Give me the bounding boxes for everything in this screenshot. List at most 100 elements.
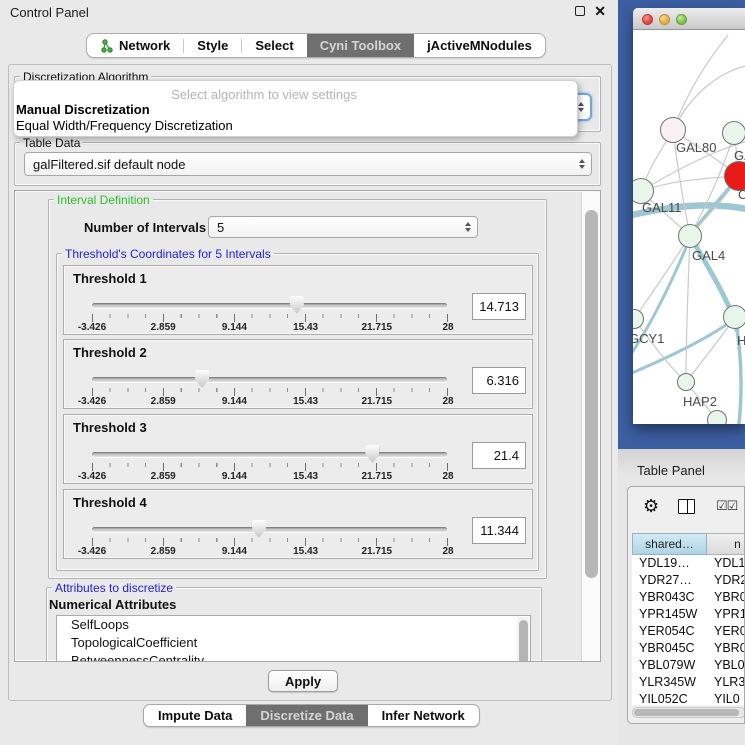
list-scrollbar[interactable] — [517, 617, 529, 662]
network-icon — [100, 39, 114, 53]
apply-button[interactable]: Apply — [268, 670, 338, 692]
number-of-intervals-label: Number of Intervals — [84, 220, 206, 235]
network-node-label: GCY1 — [633, 331, 664, 346]
combobox-stepper-icon — [465, 222, 471, 232]
right-side: GAL80GACGAL11GAL4GCY1HHAP2 Table Panel ⚙… — [618, 0, 745, 745]
control-panel-title: Control Panel — [10, 5, 89, 20]
threshold-4-value-field[interactable]: 11.344 — [472, 517, 526, 544]
table-panel-inner: ⚙ ☑☑ shared… n YDL19…YDL1 YDR27…YDR2 YBR… — [627, 486, 745, 724]
slider-scale: -3.426 2.859 9.144 15.43 21.715 28 — [92, 471, 448, 483]
combobox-stepper-icon — [578, 102, 584, 112]
network-node-label: GAL80 — [676, 140, 716, 155]
slider-thumb[interactable] — [252, 520, 266, 538]
tab-cyni-toolbox[interactable]: Cyni Toolbox — [307, 34, 414, 57]
threshold-3-slider[interactable] — [92, 443, 447, 463]
threshold-3-value-field[interactable]: 21.4 — [472, 442, 526, 469]
network-node[interactable] — [707, 410, 727, 424]
tab-select[interactable]: Select — [242, 34, 306, 57]
slider-scale: -3.426 2.859 9.144 15.43 21.715 28 — [92, 396, 448, 408]
table-row[interactable]: YBL079WYBL0 — [632, 657, 745, 674]
tab-network[interactable]: Network — [87, 34, 183, 57]
threshold-1-group: Threshold 1 -3.426 2.859 9.144 15.43 21.… — [63, 265, 533, 335]
threshold-2-label: Threshold 2 — [73, 345, 147, 360]
tab-jactivemnodules[interactable]: jActiveMNodules — [414, 34, 545, 57]
table-horizontal-scrollbar[interactable] — [632, 707, 745, 718]
slider-scale: -3.426 2.859 9.144 15.43 21.715 28 — [92, 546, 448, 558]
select-columns-icon[interactable]: ☑☑ — [716, 498, 737, 514]
network-canvas[interactable]: GAL80GACGAL11GAL4GCY1HHAP2 — [633, 30, 745, 424]
control-panel-tabbar: Network Style Select Cyni Toolbox jActiv… — [86, 33, 546, 58]
zoom-traffic-light-icon[interactable] — [676, 14, 687, 25]
algorithm-option-manual[interactable]: Manual Discretization — [16, 102, 150, 117]
slider-ticks — [92, 314, 448, 322]
interval-definition-box-title: Interval Definition — [54, 193, 153, 207]
settings-scroll-panel: Interval Definition Number of Intervals … — [14, 190, 601, 662]
network-node[interactable] — [722, 121, 745, 145]
thresholds-box-title: Threshold's Coordinates for 5 Intervals — [62, 247, 274, 261]
table-row[interactable]: YDR27…YDR2 — [632, 572, 745, 589]
slider-track[interactable] — [92, 452, 447, 457]
panel-scrollbar[interactable] — [581, 192, 601, 662]
number-of-intervals-value: 5 — [217, 220, 224, 235]
threshold-4-label: Threshold 4 — [73, 495, 147, 510]
tab-network-label: Network — [119, 38, 170, 53]
tab-impute-data[interactable]: Impute Data — [144, 705, 246, 726]
table-row[interactable]: YER054CYER0 — [632, 623, 745, 640]
table-panel: Table Panel ⚙ ☑☑ shared… n YDL19…YDL1 YD… — [618, 449, 745, 745]
minimize-traffic-light-icon[interactable] — [659, 14, 670, 25]
table-rows: YDL19…YDL1 YDR27…YDR2 YBR043CYBR0 YPR145… — [632, 555, 745, 705]
slider-ticks — [92, 538, 448, 546]
threshold-3-group: Threshold 3 -3.426 2.859 9.144 15.43 21.… — [63, 414, 533, 484]
network-window: GAL80GACGAL11GAL4GCY1HHAP2 — [633, 8, 745, 424]
algorithm-dropdown-popup: Select algorithm to view settings Manual… — [13, 80, 578, 137]
cyni-bottom-tabbar: Impute Data Discretize Data Infer Networ… — [143, 704, 480, 727]
close-icon[interactable]: ✕ — [594, 6, 606, 16]
table-data-combobox[interactable]: galFiltered.sif default node — [24, 152, 592, 176]
list-item[interactable]: SelfLoops — [57, 616, 530, 634]
slider-track[interactable] — [92, 527, 447, 532]
table-row[interactable]: YPR145WYPR1 — [632, 606, 745, 623]
gear-icon[interactable]: ⚙ — [643, 496, 659, 517]
table-row[interactable]: YBR043CYBR0 — [632, 589, 745, 606]
table-data-selected-value: galFiltered.sif default node — [33, 157, 185, 172]
table-row[interactable]: YBR045CYBR0 — [632, 640, 745, 657]
threshold-2-slider[interactable] — [92, 368, 447, 388]
list-item[interactable]: TopologicalCoefficient — [57, 634, 530, 652]
attributes-box-title: Attributes to discretize — [52, 581, 176, 595]
network-node[interactable] — [677, 373, 695, 391]
table-row[interactable]: YIL052CYIL0 — [632, 691, 745, 705]
network-window-titlebar — [633, 8, 745, 30]
numerical-attributes-label: Numerical Attributes — [49, 597, 176, 612]
threshold-3-label: Threshold 3 — [73, 420, 147, 435]
slider-ticks — [92, 388, 448, 396]
table-data-box-title: Table Data — [20, 136, 83, 150]
threshold-2-value-field[interactable]: 6.316 — [472, 367, 526, 394]
column-header-shared-name[interactable]: shared… — [632, 533, 707, 555]
tab-discretize-data[interactable]: Discretize Data — [246, 705, 367, 726]
network-node[interactable] — [723, 305, 745, 329]
table-row[interactable]: YDL19…YDL1 — [632, 555, 745, 572]
float-window-icon[interactable] — [575, 6, 585, 16]
number-of-intervals-combobox[interactable]: 5 — [208, 216, 478, 238]
slider-track[interactable] — [92, 377, 447, 382]
algorithm-option-equal-width[interactable]: Equal Width/Frequency Discretization — [16, 118, 233, 133]
slider-track[interactable] — [92, 303, 447, 308]
column-header-name[interactable]: n — [707, 533, 745, 555]
tab-style[interactable]: Style — [184, 34, 241, 57]
slider-thumb[interactable] — [195, 370, 209, 388]
threshold-4-slider[interactable] — [92, 518, 447, 538]
slider-thumb[interactable] — [290, 296, 304, 314]
slider-scale: -3.426 2.859 9.144 15.43 21.715 28 — [92, 322, 448, 334]
panel-scrollbar-thumb[interactable] — [585, 210, 598, 578]
close-traffic-light-icon[interactable] — [642, 14, 653, 25]
tab-infer-network[interactable]: Infer Network — [368, 705, 479, 726]
slider-ticks — [92, 463, 448, 471]
table-row[interactable]: YLR345WYLR3 — [632, 674, 745, 691]
column-layout-icon[interactable] — [678, 499, 695, 514]
threshold-1-value-field[interactable]: 14.713 — [472, 293, 526, 320]
list-item[interactable]: BetweennessCentrality — [57, 652, 530, 662]
threshold-1-slider[interactable] — [92, 294, 447, 314]
network-node[interactable] — [678, 224, 702, 248]
numerical-attributes-list[interactable]: SelfLoops TopologicalCoefficient Between… — [56, 615, 531, 662]
slider-thumb[interactable] — [365, 445, 379, 463]
